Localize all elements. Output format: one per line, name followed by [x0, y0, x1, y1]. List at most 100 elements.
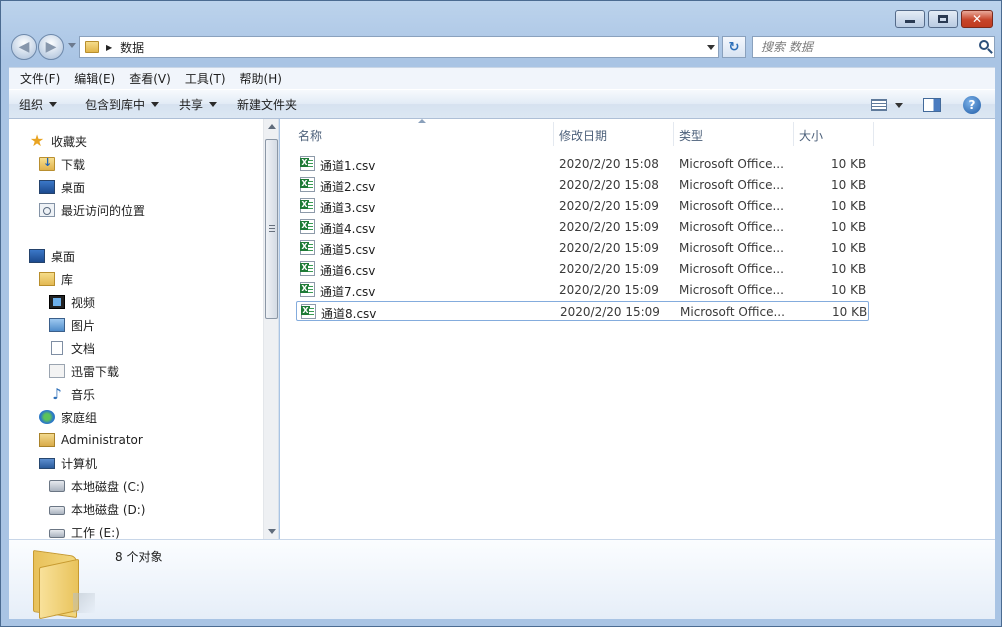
tree-label: 计算机: [61, 456, 98, 471]
scroll-down-icon[interactable]: [268, 529, 276, 534]
menu-help[interactable]: 帮助(H): [233, 70, 289, 87]
tree-item-desktop[interactable]: 桌面: [29, 246, 75, 266]
tree-label: 文档: [71, 341, 96, 356]
file-name: 通道7.csv: [320, 285, 376, 299]
file-modified: 2020/2/20 15:09: [559, 241, 659, 255]
tree-item-favorites[interactable]: ★ 收藏夹: [29, 131, 87, 151]
menu-edit[interactable]: 编辑(E): [67, 70, 122, 87]
file-row-selected[interactable]: 通道8.csv 2020/2/20 15:09 Microsoft Office..…: [296, 301, 869, 321]
tree-item-fav-desktop[interactable]: 桌面: [39, 177, 85, 197]
document-icon: [51, 341, 63, 355]
tree-item-libraries[interactable]: 库: [39, 269, 73, 289]
column-divider[interactable]: [553, 122, 554, 146]
forward-button[interactable]: ▶: [38, 34, 64, 60]
drive-icon: [49, 506, 65, 515]
column-divider[interactable]: [673, 122, 674, 146]
file-size: 10 KB: [832, 305, 868, 319]
navigation-scrollbar[interactable]: [263, 119, 278, 539]
chevron-down-icon: [151, 101, 160, 107]
address-bar[interactable]: ▶ 数据: [79, 36, 719, 58]
file-row[interactable]: 通道4.csv 2020/2/20 15:09 Microsoft Office..…: [296, 217, 869, 237]
scroll-up-icon[interactable]: [268, 124, 276, 129]
tree-item-drive-c[interactable]: 本地磁盘 (C:): [49, 476, 145, 496]
search-icon[interactable]: [979, 40, 989, 50]
tree-label: 桌面: [51, 249, 76, 264]
file-size: 10 KB: [831, 241, 867, 255]
file-row[interactable]: 通道6.csv 2020/2/20 15:09 Microsoft Office..…: [296, 259, 869, 279]
column-headers: 名称 修改日期 类型 大小: [280, 119, 995, 149]
column-divider[interactable]: [873, 122, 874, 146]
tree-label: 工作 (E:): [71, 525, 120, 540]
folder-icon: [85, 41, 99, 53]
file-name: 通道1.csv: [320, 159, 376, 173]
breadcrumb-current[interactable]: 数据: [120, 39, 144, 56]
tree-label: 最近访问的位置: [61, 203, 146, 218]
column-header-name[interactable]: 名称: [298, 127, 322, 144]
excel-file-icon: [300, 156, 315, 171]
file-type: Microsoft Office...: [679, 262, 784, 276]
excel-file-icon: [300, 282, 315, 297]
tree-item-administrator[interactable]: Administrator: [39, 430, 143, 450]
minimize-button[interactable]: [895, 10, 925, 28]
tree-label: 迅雷下载: [71, 364, 120, 379]
tree-item-thunder-downloads[interactable]: 迅雷下载: [49, 361, 119, 381]
homegroup-icon: [39, 410, 55, 424]
tree-item-drive-e[interactable]: 工作 (E:): [49, 522, 120, 539]
file-row[interactable]: 通道7.csv 2020/2/20 15:09 Microsoft Office..…: [296, 280, 869, 300]
close-button[interactable]: ✕: [961, 10, 993, 28]
file-type: Microsoft Office...: [680, 305, 785, 319]
tree-label: 收藏夹: [51, 134, 88, 149]
share-label: 共享: [179, 97, 204, 112]
share-button[interactable]: 共享: [169, 89, 227, 119]
file-row[interactable]: 通道3.csv 2020/2/20 15:09 Microsoft Office..…: [296, 196, 869, 216]
maximize-button[interactable]: [928, 10, 958, 28]
help-icon[interactable]: ?: [963, 96, 981, 114]
item-count: 8 个对象: [115, 550, 163, 564]
view-options-dropdown-icon[interactable]: [895, 102, 903, 108]
column-header-type[interactable]: 类型: [679, 127, 703, 144]
menu-file[interactable]: 文件(F): [13, 70, 67, 87]
tree-item-homegroup[interactable]: 家庭组: [39, 407, 97, 427]
file-name: 通道4.csv: [320, 222, 376, 236]
column-header-modified[interactable]: 修改日期: [559, 127, 607, 144]
file-row[interactable]: 通道1.csv 2020/2/20 15:08 Microsoft Office..…: [296, 154, 869, 174]
file-modified: 2020/2/20 15:09: [559, 262, 659, 276]
maximize-icon: [938, 15, 948, 23]
tree-item-recent-places[interactable]: 最近访问的位置: [39, 200, 145, 220]
column-divider[interactable]: [793, 122, 794, 146]
tree-item-computer[interactable]: 计算机: [39, 453, 97, 473]
menu-view[interactable]: 查看(V): [122, 70, 178, 87]
organize-button[interactable]: 组织: [9, 89, 67, 119]
view-details-icon[interactable]: [871, 99, 887, 111]
preview-pane-icon[interactable]: [923, 98, 941, 112]
tree-item-documents[interactable]: 文档: [49, 338, 95, 358]
tree-label: 图片: [71, 318, 96, 333]
tree-item-pictures[interactable]: 图片: [49, 315, 95, 335]
column-header-size[interactable]: 大小: [799, 127, 823, 144]
search-input[interactable]: [753, 37, 963, 57]
include-in-library-button[interactable]: 包含到库中: [75, 89, 169, 119]
recent-pages-dropdown[interactable]: [68, 43, 76, 48]
command-bar: 组织 包含到库中 共享 新建文件夹 ?: [9, 89, 995, 119]
scroll-thumb[interactable]: [265, 139, 278, 319]
file-modified: 2020/2/20 15:09: [560, 305, 660, 319]
file-size: 10 KB: [831, 283, 867, 297]
tree-label: 库: [61, 272, 74, 287]
file-type: Microsoft Office...: [679, 178, 784, 192]
navigation-bar: ◀ ▶ ▶ 数据 ↻: [9, 34, 995, 60]
back-button[interactable]: ◀: [11, 34, 37, 60]
file-row[interactable]: 通道5.csv 2020/2/20 15:09 Microsoft Office..…: [296, 238, 869, 258]
close-icon: ✕: [971, 12, 983, 26]
tree-item-videos[interactable]: 视频: [49, 292, 95, 312]
breadcrumb-separator-icon[interactable]: ▶: [106, 43, 112, 52]
star-icon: ★: [29, 131, 45, 150]
address-dropdown-icon[interactable]: [707, 45, 715, 50]
tree-item-drive-d[interactable]: 本地磁盘 (D:): [49, 499, 145, 519]
file-row[interactable]: 通道2.csv 2020/2/20 15:08 Microsoft Office..…: [296, 175, 869, 195]
menu-tools[interactable]: 工具(T): [178, 70, 233, 87]
new-folder-button[interactable]: 新建文件夹: [227, 89, 307, 119]
search-box[interactable]: [752, 36, 995, 58]
refresh-button[interactable]: ↻: [722, 36, 746, 58]
tree-item-downloads[interactable]: 下载: [39, 154, 85, 174]
tree-item-music[interactable]: ♪ 音乐: [49, 384, 95, 404]
